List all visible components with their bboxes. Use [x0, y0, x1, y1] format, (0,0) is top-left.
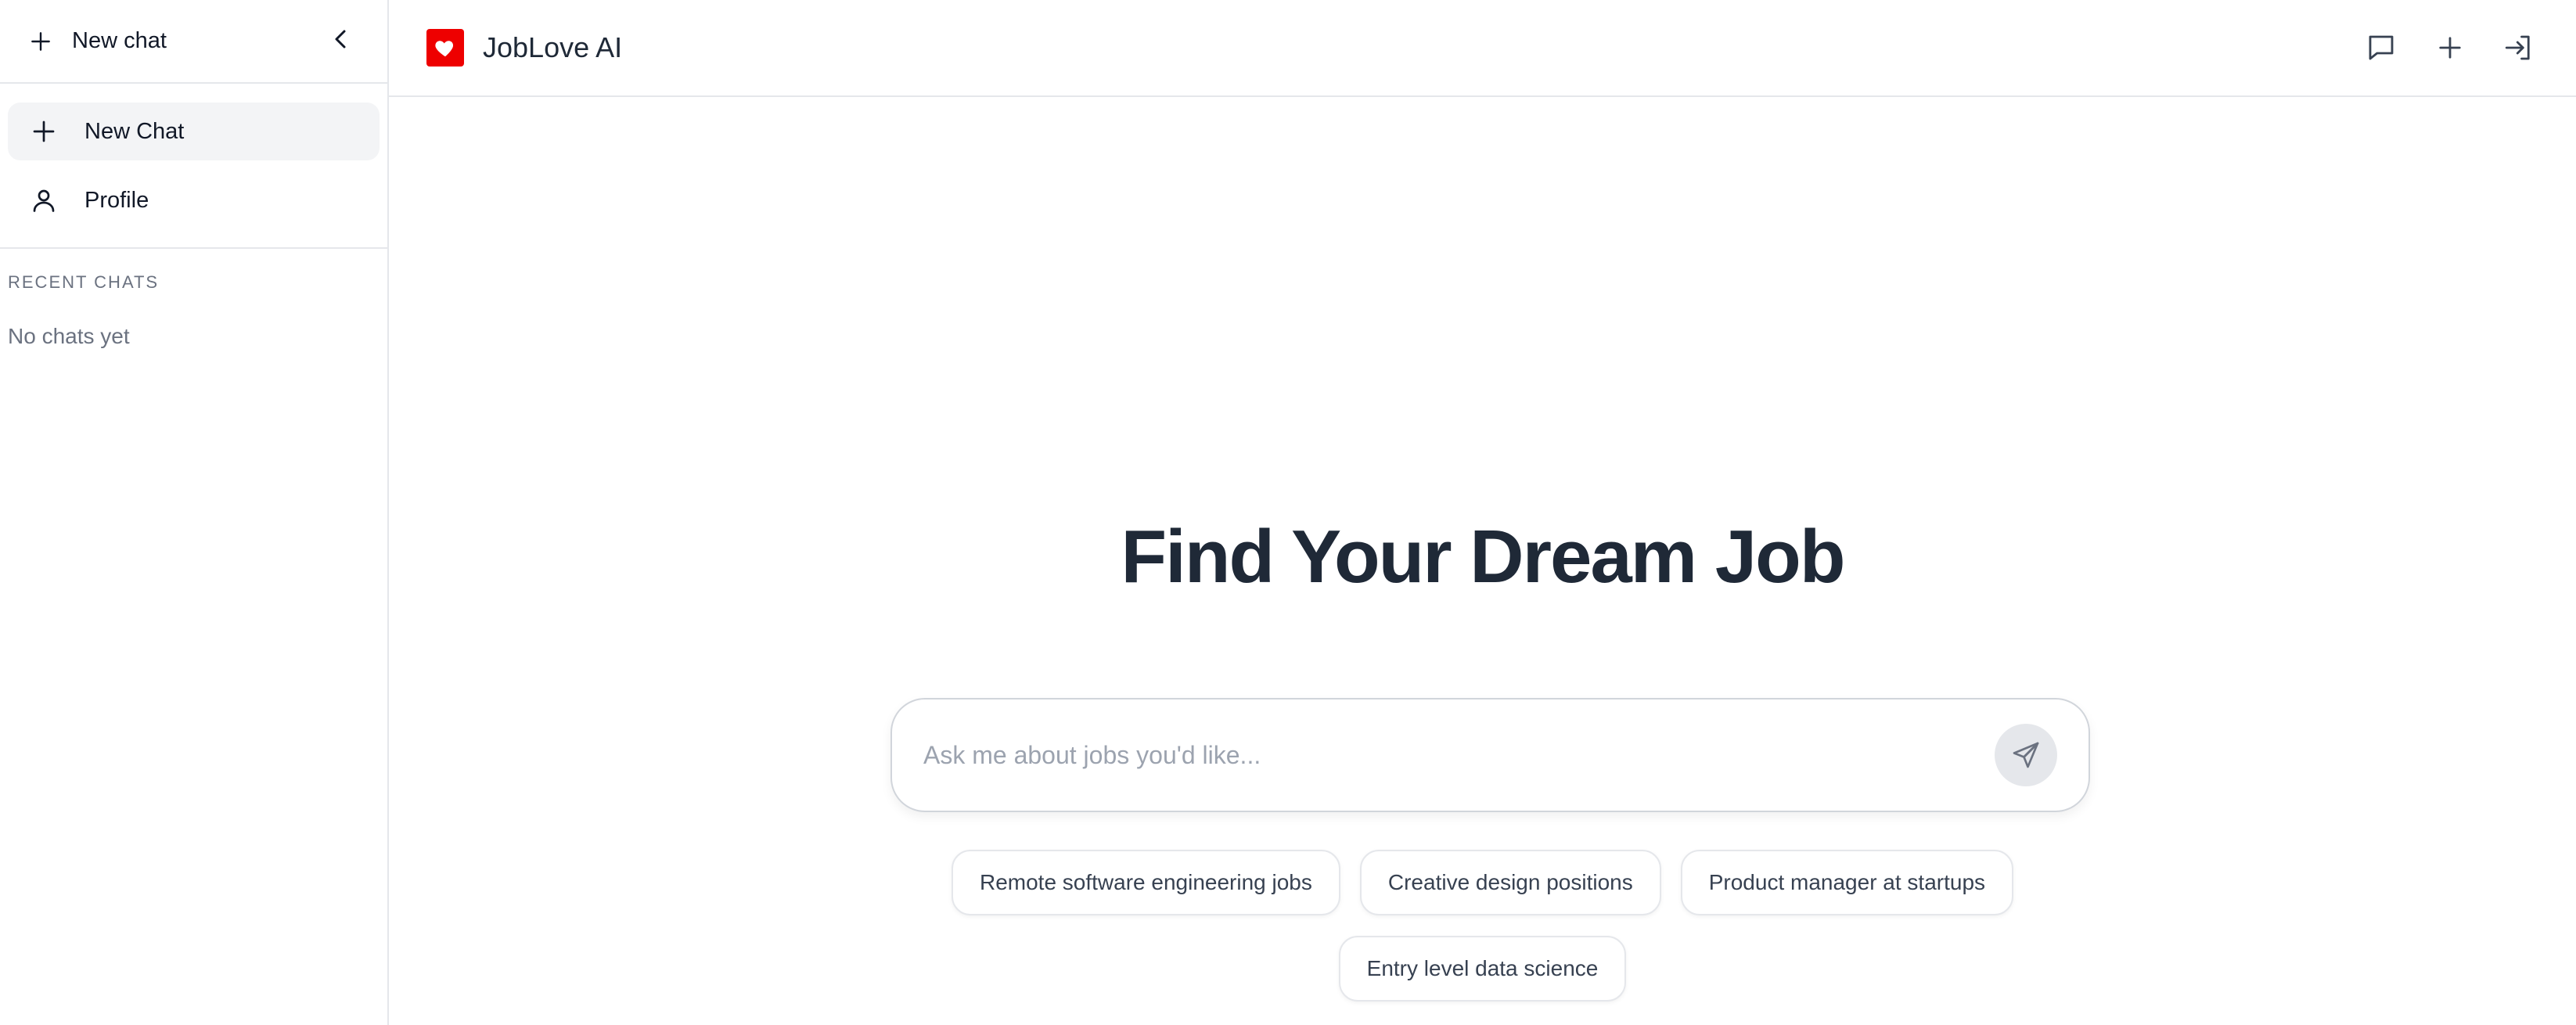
- new-chat-button[interactable]: [2430, 28, 2470, 67]
- new-chat-label[interactable]: New chat: [72, 28, 167, 54]
- send-icon: [2013, 742, 2039, 768]
- chevron-left-icon[interactable]: [325, 23, 356, 55]
- user-icon: [33, 189, 55, 212]
- sidebar-item-new-chat[interactable]: New Chat: [8, 102, 380, 160]
- send-button[interactable]: [1995, 724, 2057, 786]
- suggestion-chip[interactable]: Product manager at startups: [1680, 850, 2014, 915]
- plus-icon[interactable]: [28, 29, 53, 54]
- recent-chats-heading: RECENT CHATS: [8, 272, 160, 292]
- main-content: Find Your Dream Job Remote software engi…: [389, 97, 2576, 1025]
- page-title: Find Your Dream Job: [1121, 515, 1846, 599]
- chip-row: Remote software engineering jobs Creativ…: [389, 850, 2576, 915]
- sidebar: New chat New Chat Profile RECENT CHATS N…: [0, 0, 389, 1025]
- header-actions: [2362, 28, 2538, 67]
- sidebar-item-profile[interactable]: Profile: [8, 171, 380, 229]
- search-input[interactable]: [923, 740, 1995, 770]
- suggestion-chip[interactable]: Creative design positions: [1359, 850, 1661, 915]
- app: New chat New Chat Profile RECENT CHATS N…: [0, 0, 2576, 1025]
- sidebar-nav: New Chat Profile: [0, 84, 387, 249]
- plus-icon: [33, 120, 55, 142]
- top-header: JobLove AI: [389, 0, 2576, 97]
- sidebar-top: New chat: [0, 0, 387, 84]
- suggestion-chips: Remote software engineering jobs Creativ…: [389, 850, 2576, 1022]
- sign-in-icon: [2505, 35, 2530, 60]
- recent-chats-section: RECENT CHATS No chats yet: [0, 272, 387, 349]
- search-box: [890, 698, 2090, 812]
- logo: [426, 29, 464, 67]
- heart-icon: [435, 41, 454, 57]
- chip-row: Entry level data science: [389, 936, 2576, 1002]
- sidebar-item-label: Profile: [85, 187, 149, 213]
- suggestion-chip[interactable]: Entry level data science: [1338, 936, 1627, 1002]
- chat-button[interactable]: [2362, 28, 2401, 67]
- empty-chats-text: No chats yet: [8, 324, 130, 348]
- app-title: JobLove AI: [483, 31, 623, 63]
- chat-icon: [2369, 35, 2394, 60]
- plus-icon: [2439, 37, 2461, 59]
- sidebar-item-label: New Chat: [85, 118, 185, 144]
- suggestion-chip[interactable]: Remote software engineering jobs: [951, 850, 1340, 915]
- sign-in-button[interactable]: [2499, 28, 2538, 67]
